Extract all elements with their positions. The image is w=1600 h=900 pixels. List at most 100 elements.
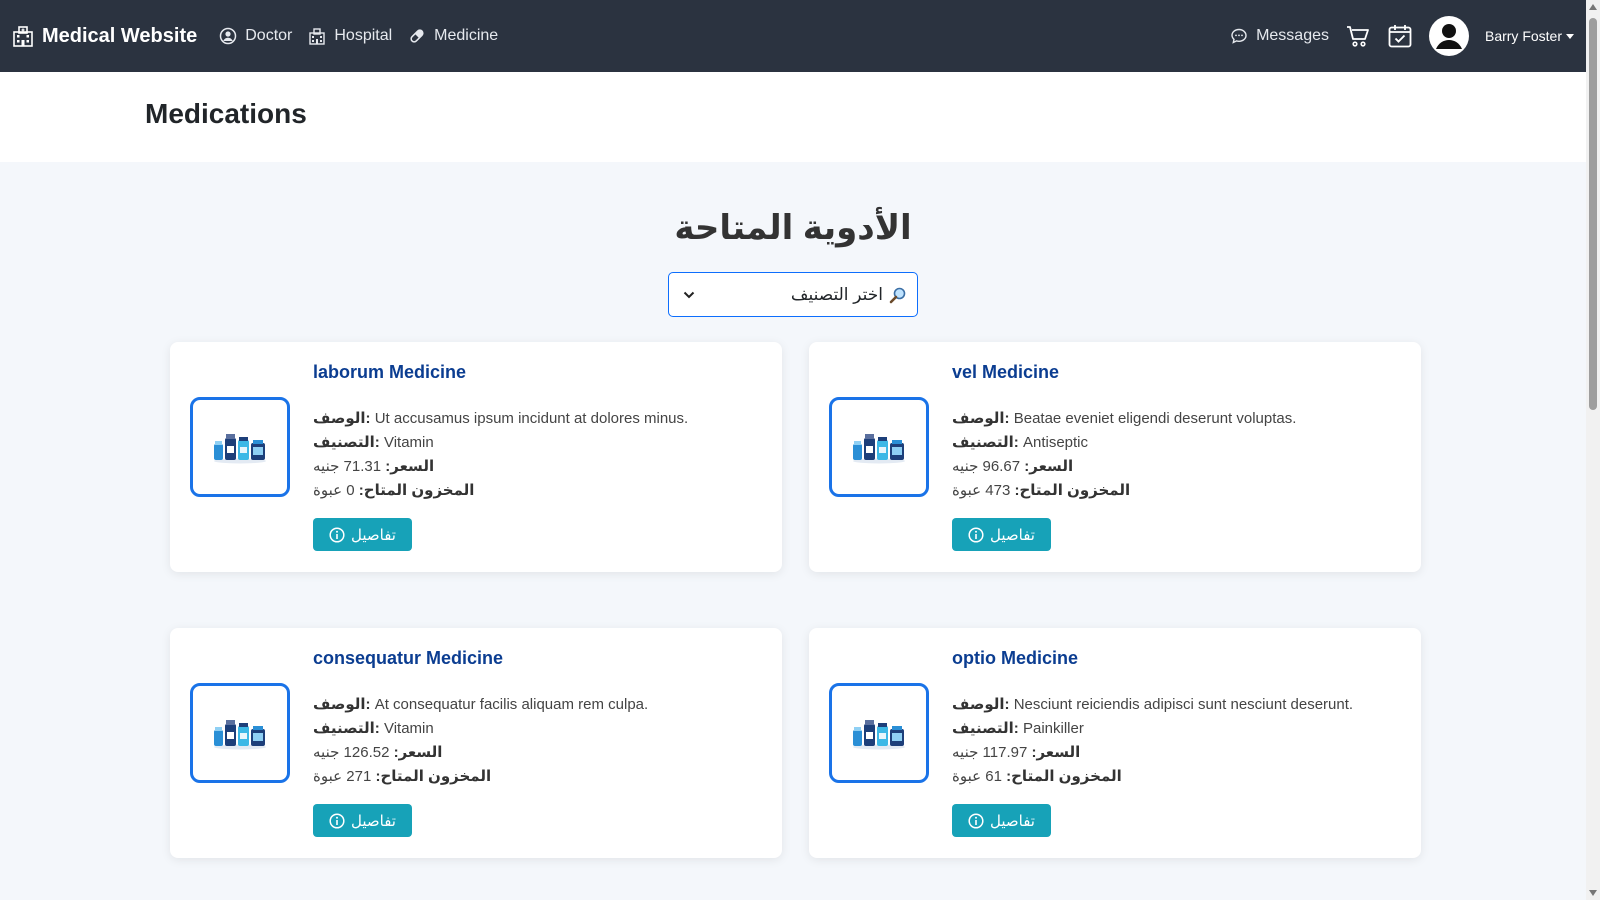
details-button-label: تفاصيل: [351, 811, 396, 830]
nav-hospital-label: Hospital: [334, 27, 393, 44]
medicine-category: التصنيف: Vitamin: [313, 717, 766, 741]
price-label: السعر:: [385, 458, 435, 475]
nav-messages[interactable]: Messages: [1230, 27, 1329, 45]
medicine-stock: المخزون المتاح: 271 عبوة: [313, 765, 766, 789]
scrollbar-thumb[interactable]: [1589, 18, 1597, 410]
medicine-price: السعر: 117.97 جنيه: [952, 741, 1405, 765]
category-value: Antiseptic: [1022, 434, 1089, 451]
category-label: التصنيف:: [952, 434, 1019, 451]
price-label: السعر:: [1031, 744, 1081, 761]
stock-label: المخزون المتاح:: [358, 482, 475, 499]
nav-medicine[interactable]: Medicine: [408, 27, 498, 45]
category-value: Vitamin: [383, 720, 434, 737]
user-menu-dropdown[interactable]: Barry Foster: [1485, 28, 1574, 44]
medicine-bottles-icon: [850, 716, 908, 750]
scroll-up-arrow-icon[interactable]: [1589, 4, 1597, 10]
description-value: Nesciunt reiciendis adipisci sunt nesciu…: [1013, 696, 1354, 713]
scrollbar[interactable]: [1586, 0, 1600, 900]
top-navbar: Medical Website Doctor Hospital Medicine…: [0, 0, 1586, 72]
category-select-value: اختر التصنيف: [790, 284, 883, 304]
stock-value: 61 عبوة: [952, 768, 1002, 785]
info-icon: [968, 526, 984, 543]
medicine-name[interactable]: laborum Medicine: [313, 362, 766, 383]
nav-hospital[interactable]: Hospital: [308, 27, 392, 45]
details-button[interactable]: تفاصيل: [313, 804, 412, 837]
details-button-label: تفاصيل: [990, 525, 1035, 544]
details-button[interactable]: تفاصيل: [952, 804, 1051, 837]
price-label: السعر:: [393, 744, 443, 761]
description-value: At consequatur facilis aliquam rem culpa…: [374, 696, 649, 713]
nav-doctor-label: Doctor: [245, 27, 293, 44]
medicine-category: التصنيف: Painkiller: [952, 717, 1405, 741]
category-select[interactable]: اختر التصنيف: [668, 272, 918, 317]
user-avatar[interactable]: [1428, 16, 1469, 56]
page-title: Medications: [145, 98, 307, 129]
stock-value: 0 عبوة: [313, 482, 355, 499]
nav-messages-label: Messages: [1256, 27, 1329, 44]
medicine-stock: المخزون المتاح: 61 عبوة: [952, 765, 1405, 789]
calendar-check-icon[interactable]: [1387, 23, 1413, 49]
price-value: 126.52 جنيه: [313, 744, 390, 761]
category-label: التصنيف:: [313, 720, 380, 737]
stock-value: 473 عبوة: [952, 482, 1011, 499]
medicine-description: الوصف: At consequatur facilis aliquam re…: [313, 693, 766, 717]
medicine-card: laborum Medicine الوصف: Ut accusamus ipsu…: [170, 342, 782, 572]
section-title: الأدوية المتاحة: [674, 209, 912, 247]
user-circle-icon: [219, 27, 237, 45]
description-label: الوصف:: [952, 696, 1010, 713]
medicine-thumbnail: [829, 397, 929, 497]
medicine-category: التصنيف: Antiseptic: [952, 431, 1405, 455]
nav-medicine-label: Medicine: [434, 27, 499, 44]
chat-icon: [1230, 27, 1248, 45]
medicine-description: الوصف: Ut accusamus ipsum incidunt at do…: [313, 407, 766, 431]
cart-icon[interactable]: [1345, 23, 1371, 49]
details-button-label: تفاصيل: [351, 525, 396, 544]
medicine-stock: المخزون المتاح: 473 عبوة: [952, 479, 1405, 503]
details-button[interactable]: تفاصيل: [952, 518, 1051, 551]
brand[interactable]: Medical Website: [12, 25, 197, 48]
category-value: Painkiller: [1022, 720, 1084, 737]
medicine-stock: المخزون المتاح: 0 عبوة: [313, 479, 766, 503]
medicine-thumbnail: [190, 397, 290, 497]
medicine-bottles-icon: [211, 716, 269, 750]
medicine-price: السعر: 126.52 جنيه: [313, 741, 766, 765]
medicine-thumbnail: [829, 683, 929, 783]
medicine-name[interactable]: vel Medicine: [952, 362, 1405, 383]
medicine-name[interactable]: optio Medicine: [952, 648, 1405, 669]
stock-value: 271 عبوة: [313, 768, 372, 785]
price-label: السعر:: [1024, 458, 1074, 475]
details-button[interactable]: تفاصيل: [313, 518, 412, 551]
info-icon: [968, 812, 984, 829]
description-value: Ut accusamus ipsum incidunt at dolores m…: [374, 410, 689, 427]
category-value: Vitamin: [383, 434, 434, 451]
medicine-card: vel Medicine الوصف: Beatae eveniet eligen…: [809, 342, 1421, 572]
stock-label: المخزون المتاح:: [1006, 768, 1122, 785]
medicine-description: الوصف: Beatae eveniet eligendi deserunt …: [952, 407, 1405, 431]
medicine-price: السعر: 96.67 جنيه: [952, 455, 1405, 479]
medicine-card: consequatur Medicine الوصف: At consequatu…: [170, 628, 782, 858]
stock-label: المخزون المتاح:: [375, 768, 492, 785]
category-label: التصنيف:: [313, 434, 380, 451]
medicine-thumbnail: [190, 683, 290, 783]
description-label: الوصف:: [313, 696, 371, 713]
price-value: 71.31 جنيه: [313, 458, 382, 475]
info-icon: [329, 526, 345, 543]
medicine-bottles-icon: [850, 430, 908, 464]
category-label: التصنيف:: [952, 720, 1019, 737]
medicine-bottles-icon: [211, 430, 269, 464]
brand-label: Medical Website: [42, 24, 198, 47]
price-value: 117.97 جنيه: [952, 744, 1028, 761]
medicine-description: الوصف: Nesciunt reiciendis adipisci sunt…: [952, 693, 1405, 717]
nav-doctor[interactable]: Doctor: [219, 27, 292, 45]
details-button-label: تفاصيل: [990, 811, 1035, 830]
description-label: الوصف:: [952, 410, 1010, 427]
pill-icon: [408, 27, 426, 45]
description-label: الوصف:: [313, 410, 371, 427]
hospital-building-icon: [12, 25, 34, 47]
scroll-down-arrow-icon[interactable]: [1589, 890, 1597, 896]
medicine-category: التصنيف: Vitamin: [313, 431, 766, 455]
search-icon: [889, 286, 907, 304]
medicine-price: السعر: 71.31 جنيه: [313, 455, 766, 479]
medicine-name[interactable]: consequatur Medicine: [313, 648, 766, 669]
caret-down-icon: [1566, 33, 1574, 39]
